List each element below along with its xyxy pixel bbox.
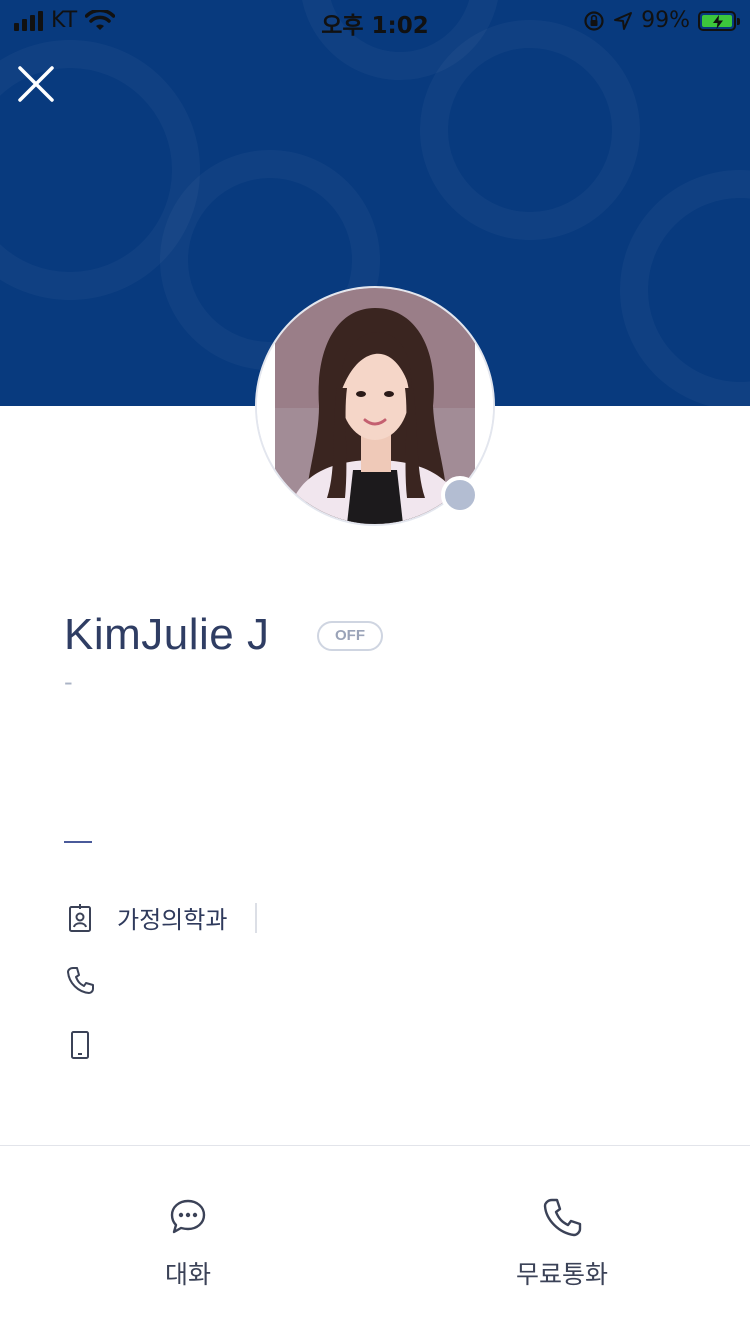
status-bar: KT 오후 1:02 99% [0, 0, 750, 40]
orientation-lock-icon [584, 10, 604, 31]
battery-charging-icon [698, 10, 740, 31]
free-call-label: 무료통화 [515, 1260, 608, 1289]
mobile-phone-icon [71, 1031, 89, 1059]
chat-label: 대화 [164, 1260, 211, 1289]
row-separator [255, 902, 258, 933]
chat-bubble-icon [170, 1199, 206, 1234]
profile-name: KimJulie J [64, 610, 270, 659]
phone-row[interactable] [64, 964, 117, 996]
status-message: - [64, 668, 73, 696]
close-button[interactable] [14, 62, 58, 106]
presence-badge: OFF [317, 621, 383, 651]
department-label: 가정의학과 [117, 906, 228, 934]
department-row: 가정의학과 [64, 900, 258, 935]
bottom-divider [0, 1145, 750, 1146]
section-divider [64, 841, 92, 843]
free-call-button[interactable]: 무료통화 [462, 1195, 662, 1291]
presence-indicator [441, 476, 479, 514]
chat-button[interactable]: 대화 [88, 1195, 288, 1291]
close-icon [18, 66, 54, 102]
battery-percent: 99% [641, 8, 690, 33]
location-arrow-icon [614, 11, 633, 30]
phone-icon [543, 1198, 582, 1237]
mobile-row[interactable] [64, 1029, 117, 1061]
background-pattern [620, 170, 750, 406]
phone-icon [67, 967, 94, 994]
id-badge-icon [69, 903, 91, 932]
